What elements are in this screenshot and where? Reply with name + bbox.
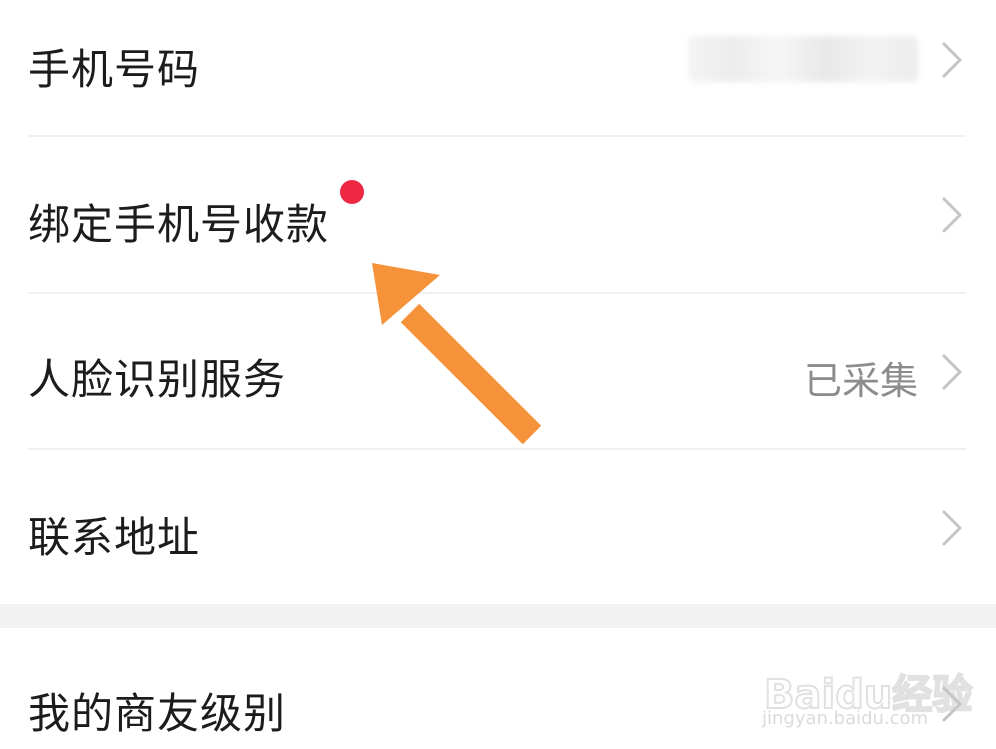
chevron-right-icon [942,42,962,78]
redacted-phone-value [688,36,918,82]
row-label: 绑定手机号收款 [28,200,330,249]
row-value-status: 已采集 [803,359,918,403]
watermark-url: jingyan.baidu.com [762,708,929,729]
chevron-right-icon [942,354,962,390]
arrow-annotation-icon [372,263,542,445]
chevron-right-icon [942,510,962,546]
notification-badge-dot [340,180,364,204]
settings-row-contact-address[interactable]: 联系地址 [0,450,996,604]
row-label: 我的商友级别 [28,689,287,738]
account-settings-page: 手机号码 绑定手机号收款 人脸识别服务 已采集 联系地址 我的商友级别 Baid… [0,0,996,749]
section-separator [0,604,996,628]
baidu-watermark: Baidu经验 jingyan.baidu.com [760,640,973,740]
row-label: 联系地址 [28,513,201,562]
row-label: 人脸识别服务 [28,355,287,404]
row-label: 手机号码 [28,45,201,94]
chevron-right-icon [942,197,962,233]
settings-row-phone-number[interactable]: 手机号码 [0,0,996,135]
